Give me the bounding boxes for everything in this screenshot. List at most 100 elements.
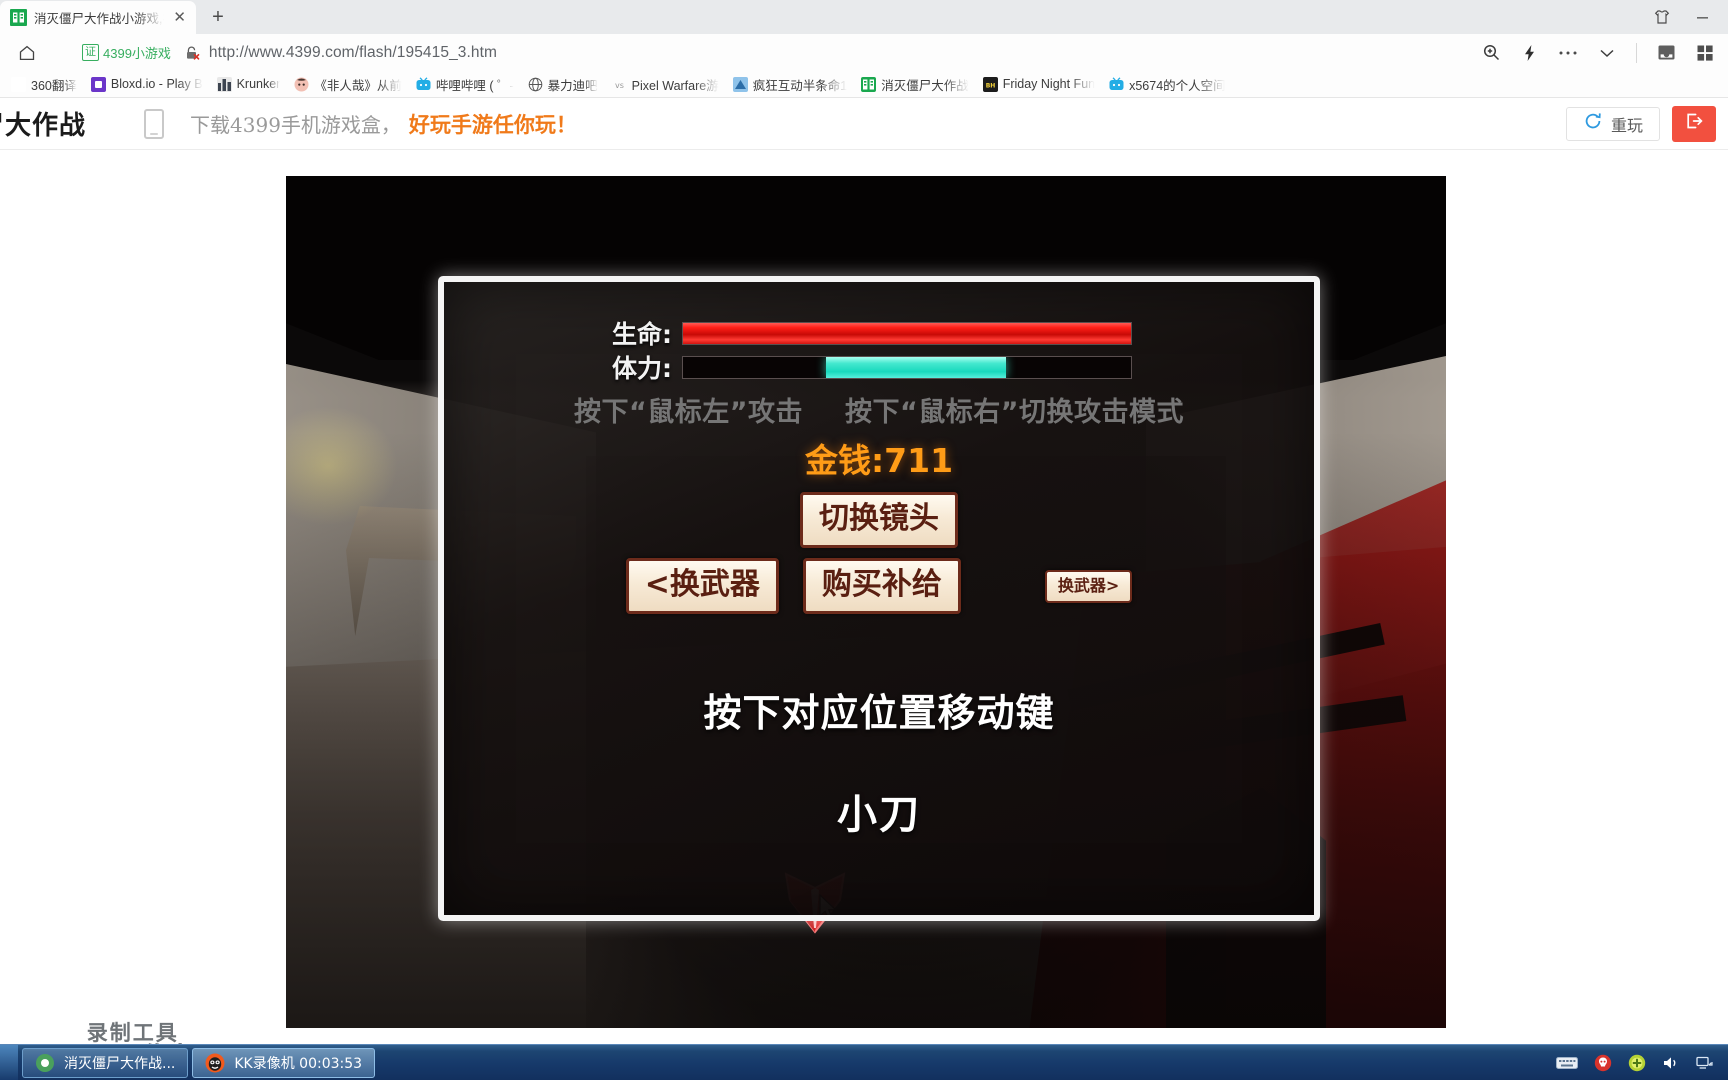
apps-grid-icon[interactable] (1696, 44, 1714, 62)
certificate-icon: 证 (82, 44, 99, 61)
bookmark-label: Pixel Warfare游 (631, 78, 719, 93)
browser-tab-strip: 消灭僵尸大作战小游戏,在线玩 ✕ + (0, 0, 1728, 34)
home-icon[interactable] (10, 39, 44, 67)
bookmark-item[interactable]: Krunker (210, 72, 288, 96)
hint-left-click: 按下“鼠标左”攻击 (574, 397, 803, 428)
game-canvas[interactable]: 生命: 体力: 按下“鼠标左”攻击 按下“鼠标右”切换攻击模式 金钱:711 切… (286, 176, 1446, 1028)
bookmark-item[interactable]: 哔哩哔哩 ( ゜- (409, 72, 521, 96)
health-bar-fill (683, 322, 1131, 344)
hud-buttons: 切换镜头 <换武器 购买补给 换武器> (444, 492, 1314, 614)
hint-right-click: 按下“鼠标右”切换攻击模式 (845, 397, 1184, 428)
replay-label: 重玩 (1610, 117, 1643, 135)
exit-icon (1683, 110, 1705, 137)
keyboard-ime-icon[interactable] (1556, 1055, 1578, 1071)
new-tab-button[interactable]: + (202, 2, 234, 32)
bookmark-item[interactable]: 暴力迪吧 (521, 72, 605, 96)
stamina-bar-row: 体力: (444, 350, 1314, 384)
more-options-icon[interactable] (1558, 50, 1578, 56)
green-plus-icon[interactable] (1628, 1054, 1646, 1072)
page-body: 录制工具 KK录像机 (0, 150, 1728, 1075)
browser-navigation-bar: 证 4399小游戏 http://www.4399.com/flash/1954… (0, 34, 1728, 71)
broken-lock-icon[interactable] (183, 44, 201, 62)
bilibili-icon (1109, 76, 1124, 92)
tab-favicon-icon (10, 9, 27, 26)
bookmark-item[interactable]: 消灭僵尸大作战 (854, 72, 976, 96)
control-hints: 按下“鼠标左”攻击 按下“鼠标右”切换攻击模式 (444, 390, 1314, 429)
svg-text:vs: vs (615, 81, 624, 90)
bookmark-label: 《非人哉》从前 (314, 78, 402, 93)
chevron-down-icon[interactable] (1598, 47, 1616, 59)
site-header: 尸大作战 下载4399手机游戏盒， 好玩手游任你玩！ 重玩 (0, 98, 1728, 150)
replay-button[interactable]: 重玩 (1565, 106, 1660, 141)
status-bars: 生命: 体力: (444, 316, 1314, 384)
volume-icon[interactable] (1662, 1055, 1680, 1071)
hud-button-row-1: 切换镜头 (444, 492, 1314, 548)
hud-button-row-2: <换武器 购买补给 换武器> (444, 558, 1314, 614)
zoom-in-icon[interactable] (1482, 43, 1501, 62)
security-shield-icon[interactable] (1594, 1054, 1612, 1072)
url-text: http://www.4399.com/flash/195415_3.htm (208, 43, 498, 61)
site-header-actions: 重玩 (1565, 105, 1728, 142)
health-bar-track (682, 321, 1132, 345)
bookmark-label: Friday Night Fun (1002, 77, 1096, 91)
taskbar-item-label: KK录像机 00:03:53 (234, 1055, 363, 1072)
bookmark-label: 消灭僵尸大作战 (881, 78, 969, 93)
bookmark-item[interactable]: 疯狂互动半条命1 (726, 72, 854, 96)
stamina-bar-fill (826, 356, 1006, 378)
tshirt-icon[interactable] (1654, 9, 1670, 25)
taskbar-item-label: 消灭僵尸大作战... (64, 1055, 176, 1072)
window-controls (1654, 0, 1722, 34)
move-hint-text: 按下对应位置移动键 (703, 691, 1055, 735)
minimize-button[interactable] (1692, 9, 1712, 25)
start-button[interactable] (0, 1044, 18, 1080)
next-weapon-button[interactable]: 换武器> (1044, 569, 1133, 603)
toolbar-divider (1636, 42, 1637, 63)
health-label: 生命: (612, 320, 672, 349)
close-icon[interactable]: ✕ (171, 10, 188, 25)
exit-button[interactable] (1672, 105, 1716, 142)
network-icon[interactable] (1696, 1055, 1714, 1071)
bookmark-label: Krunker (236, 77, 281, 91)
fnf-icon: BH (982, 76, 998, 92)
taskbar-item-browser[interactable]: 消灭僵尸大作战... (22, 1047, 189, 1078)
system-tray (1556, 1054, 1728, 1072)
toolbar-actions (1482, 42, 1718, 63)
feirenzai-icon (294, 77, 309, 92)
bookmark-item[interactable]: BH Friday Night Fun (976, 72, 1102, 96)
stamina-label: 体力: (612, 354, 672, 383)
prev-weapon-button[interactable]: <换武器 (625, 558, 779, 614)
bookmark-item[interactable]: x5674的个人空间 (1102, 72, 1232, 96)
promo-text: 下载4399手机游戏盒， (190, 113, 401, 137)
current-weapon-name: 小刀 (837, 792, 921, 838)
vs-icon: vs (612, 77, 627, 92)
game-hud-panel: 生命: 体力: 按下“鼠标左”攻击 按下“鼠标右”切换攻击模式 金钱:711 切… (438, 276, 1320, 921)
buy-supply-button[interactable]: 购买补给 (802, 558, 961, 614)
tab-title: 消灭僵尸大作战小游戏,在线玩 (34, 12, 164, 26)
switch-camera-button[interactable]: 切换镜头 (800, 492, 958, 548)
bookmark-item[interactable]: 360翻译 (4, 72, 84, 96)
bookmark-label: x5674的个人空间 (1129, 78, 1226, 93)
address-bar[interactable]: 证 4399小游戏 http://www.4399.com/flash/1954… (44, 39, 1482, 67)
bookmark-item[interactable]: Bloxd.io - Play B (84, 72, 210, 96)
inbox-icon[interactable] (1657, 43, 1676, 62)
promo-highlight: 好玩手游任你玩！ (408, 111, 577, 137)
certificate-badge: 证 4399小游戏 (82, 43, 171, 62)
4399-icon (861, 76, 877, 92)
browser-tab[interactable]: 消灭僵尸大作战小游戏,在线玩 ✕ (0, 1, 196, 34)
krunker-icon (216, 76, 232, 92)
bookmark-item[interactable]: vs Pixel Warfare游 (605, 72, 726, 96)
halflife-icon (732, 76, 748, 92)
bookmark-label: 暴力迪吧 (547, 78, 598, 93)
certificate-label: 4399小游戏 (103, 46, 171, 61)
bookmark-label: Bloxd.io - Play B (110, 77, 203, 91)
health-bar-row: 生命: (444, 316, 1314, 350)
bookmark-label: 360翻译 (31, 78, 77, 93)
money-display: 金钱:711 (444, 434, 1314, 482)
taskbar-item-kk-recorder[interactable]: KK录像机 00:03:53 (192, 1047, 376, 1078)
lightning-icon[interactable] (1521, 44, 1538, 62)
money-value: 711 (884, 441, 954, 480)
bloxd-icon (90, 76, 106, 92)
globe-icon (528, 77, 543, 92)
bookmark-item[interactable]: 《非人哉》从前 (287, 72, 409, 96)
windows-taskbar: 消灭僵尸大作战... KK录像机 00:03:53 (0, 1044, 1728, 1080)
